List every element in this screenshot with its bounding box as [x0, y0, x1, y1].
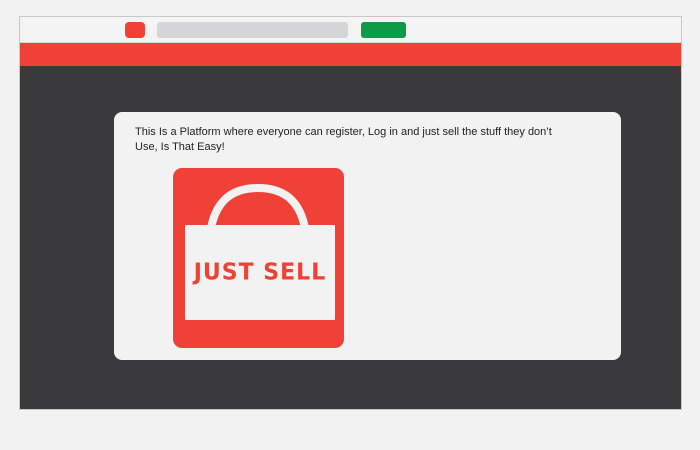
go-button[interactable] [361, 22, 406, 38]
intro-card: This Is a Platform where everyone can re… [114, 112, 621, 360]
site-header-bar [20, 43, 681, 66]
brand-text: JUST SELL [193, 259, 327, 286]
close-button[interactable] [125, 22, 145, 38]
browser-toolbar [20, 17, 681, 43]
shopping-bag-icon [185, 183, 335, 320]
just-sell-logo: JUST SELL [173, 168, 344, 348]
platform-description: This Is a Platform where everyone can re… [135, 126, 552, 153]
browser-window: This Is a Platform where everyone can re… [19, 16, 682, 410]
address-bar[interactable] [157, 22, 348, 38]
